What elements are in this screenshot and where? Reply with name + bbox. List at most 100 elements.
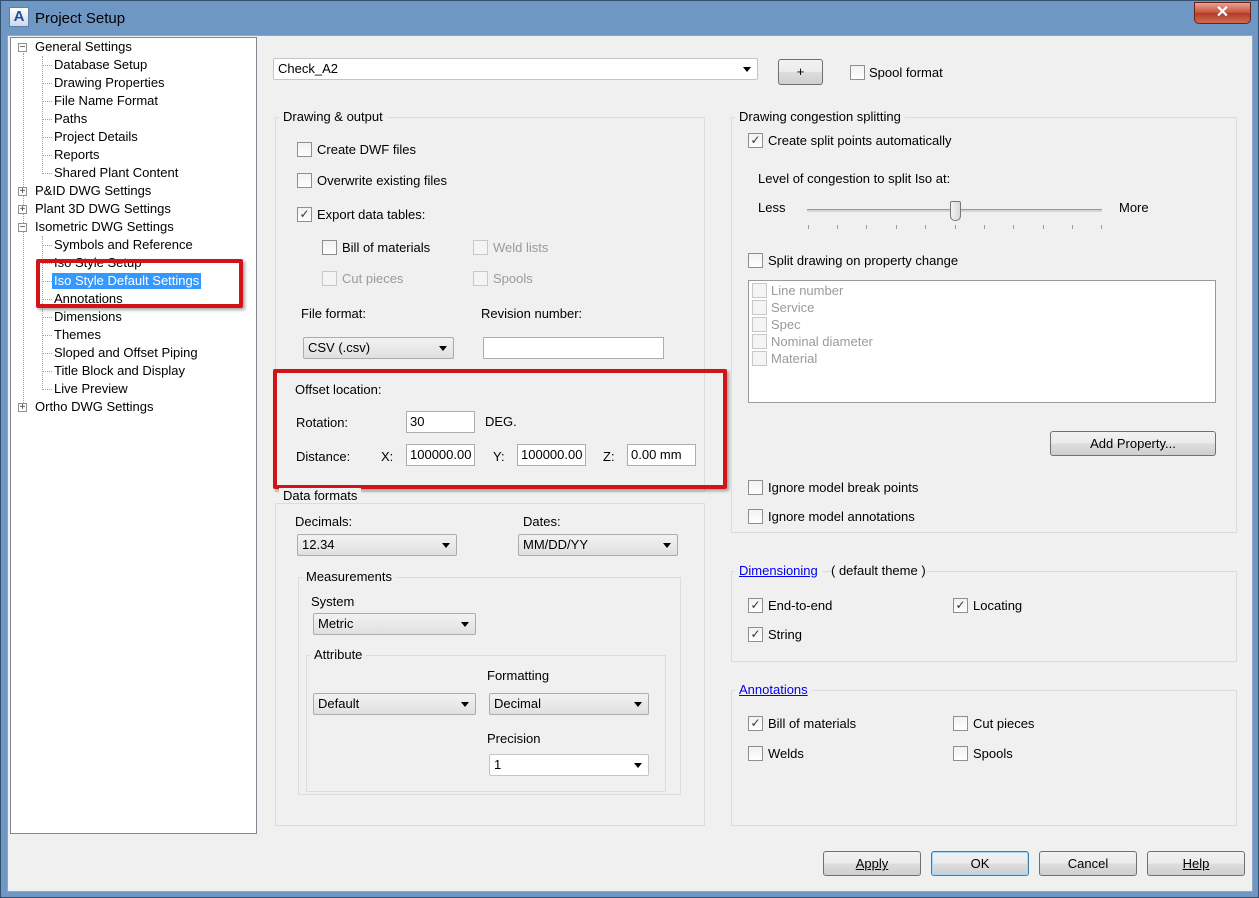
help-button[interactable]: Help (1147, 851, 1245, 876)
annotations-link[interactable]: Annotations (735, 682, 812, 697)
chevron-down-icon (634, 702, 642, 707)
highlight-box-tree (36, 259, 243, 308)
precision-value: 1 (494, 757, 502, 772)
weld-lists-checkbox (473, 240, 488, 255)
create-split-checkbox[interactable]: ✓ (748, 133, 763, 148)
precision-select[interactable]: 1 (489, 754, 649, 776)
export-tables-label: Export data tables: (317, 207, 426, 222)
tree-item-shared-plant-content[interactable]: Shared Plant Content (54, 165, 178, 181)
ignore-break-points-checkbox[interactable] (748, 480, 763, 495)
tree-item-themes[interactable]: Themes (54, 327, 101, 343)
expand-plant3d-icon[interactable]: + (18, 205, 27, 215)
spool-format-label: Spool format (869, 65, 943, 80)
chevron-down-icon (439, 346, 447, 351)
help-label: Help (1182, 856, 1210, 871)
dates-value: MM/DD/YY (523, 537, 588, 552)
close-button[interactable]: ✕ (1194, 2, 1251, 24)
tree-item-database-setup[interactable]: Database Setup (54, 57, 147, 73)
iso-style-combo[interactable]: Check_A2 (273, 58, 758, 80)
add-style-button[interactable]: + (778, 59, 823, 85)
ignore-annotations-label: Ignore model annotations (768, 509, 915, 524)
collapse-general-icon[interactable]: − (18, 43, 27, 53)
tree-item-title-block-display[interactable]: Title Block and Display (54, 363, 185, 379)
system-value: Metric (318, 616, 354, 631)
decimals-select[interactable]: 12.34 (297, 534, 457, 556)
annot-welds-checkbox[interactable] (748, 746, 763, 761)
tree-item-sloped-offset-piping[interactable]: Sloped and Offset Piping (54, 345, 198, 361)
string-checkbox[interactable]: ✓ (748, 627, 763, 642)
tree-item-reports[interactable]: Reports (54, 147, 100, 163)
tree-item-file-name-format[interactable]: File Name Format (54, 93, 158, 109)
tree-item-drawing-properties[interactable]: Drawing Properties (54, 75, 165, 91)
dates-select[interactable]: MM/DD/YY (518, 534, 678, 556)
apply-button[interactable]: Apply (823, 851, 921, 876)
chevron-down-icon (663, 543, 671, 548)
file-format-value: CSV (.csv) (308, 340, 371, 355)
spool-format-checkbox[interactable] (850, 65, 865, 80)
split-property-checkbox[interactable] (748, 253, 763, 268)
create-dwf-label: Create DWF files (317, 142, 416, 157)
tree-item-paths[interactable]: Paths (54, 111, 87, 127)
locating-checkbox[interactable]: ✓ (953, 598, 968, 613)
end-to-end-checkbox[interactable]: ✓ (748, 598, 763, 613)
property-material: Material (771, 351, 818, 366)
attribute-select[interactable]: Default (313, 693, 476, 715)
tree-item-isometric-dwg-settings[interactable]: Isometric DWG Settings (35, 219, 174, 235)
add-property-button[interactable]: Add Property... (1050, 431, 1216, 456)
overwrite-files-label: Overwrite existing files (317, 173, 448, 188)
title-bar[interactable]: A Project Setup ✕ (1, 1, 1258, 35)
revision-number-input[interactable] (483, 337, 664, 359)
tree-item-ortho-dwg-settings[interactable]: Ortho DWG Settings (35, 399, 153, 415)
locating-label: Locating (973, 598, 1023, 613)
decimals-value: 12.34 (302, 537, 335, 552)
annot-bom-checkbox[interactable]: ✓ (748, 716, 763, 731)
overwrite-files-checkbox[interactable] (297, 173, 312, 188)
property-checkbox-line-number (752, 283, 767, 298)
collapse-isometric-icon[interactable]: − (18, 223, 27, 233)
annot-spools-label: Spools (973, 746, 1013, 761)
congestion-more-label: More (1119, 200, 1149, 215)
window-title: Project Setup (35, 10, 126, 27)
attribute-title: Attribute (310, 647, 367, 662)
congestion-level-label: Level of congestion to split Iso at: (758, 171, 951, 186)
cut-pieces-checkbox (322, 271, 337, 286)
decimals-label: Decimals: (295, 514, 353, 529)
export-tables-checkbox[interactable]: ✓ (297, 207, 312, 222)
iso-style-value: Check_A2 (278, 61, 338, 76)
dimensioning-theme: ( default theme ) (831, 563, 926, 578)
property-checkbox-spec (752, 317, 767, 332)
property-nominal-diameter: Nominal diameter (771, 334, 873, 349)
property-spec: Spec (771, 317, 801, 332)
annot-spools-checkbox[interactable] (953, 746, 968, 761)
export-bom-checkbox[interactable] (322, 240, 337, 255)
tree-item-symbols-and-reference[interactable]: Symbols and Reference (54, 237, 193, 253)
property-checkbox-service (752, 300, 767, 315)
expand-pid-icon[interactable]: + (18, 187, 27, 197)
tree-item-dimensions[interactable]: Dimensions (54, 309, 122, 325)
formatting-select[interactable]: Decimal (489, 693, 649, 715)
congestion-title: Drawing congestion splitting (735, 109, 905, 124)
tree-item-pid-dwg-settings[interactable]: P&ID DWG Settings (35, 183, 151, 199)
slider-thumb[interactable] (949, 201, 961, 221)
dimensioning-link[interactable]: Dimensioning (735, 563, 822, 578)
create-dwf-checkbox[interactable] (297, 142, 312, 157)
tree-item-general-settings[interactable]: General Settings (35, 39, 132, 55)
file-format-select[interactable]: CSV (.csv) (303, 337, 454, 359)
chevron-down-icon (461, 622, 469, 627)
ok-button[interactable]: OK (931, 851, 1029, 876)
chevron-down-icon (461, 702, 469, 707)
annot-cut-pieces-checkbox[interactable] (953, 716, 968, 731)
spools-label: Spools (493, 271, 533, 286)
expand-ortho-icon[interactable]: + (18, 403, 27, 413)
tree-item-plant3d-dwg-settings[interactable]: Plant 3D DWG Settings (35, 201, 171, 217)
settings-tree[interactable] (10, 37, 257, 834)
property-line-number: Line number (771, 283, 844, 298)
tree-item-project-details[interactable]: Project Details (54, 129, 138, 145)
property-checkbox-nominal-diameter (752, 334, 767, 349)
end-to-end-label: End-to-end (768, 598, 833, 613)
tree-item-live-preview[interactable]: Live Preview (54, 381, 128, 397)
congestion-less-label: Less (758, 200, 786, 215)
ignore-annotations-checkbox[interactable] (748, 509, 763, 524)
cancel-button[interactable]: Cancel (1039, 851, 1137, 876)
system-select[interactable]: Metric (313, 613, 476, 635)
